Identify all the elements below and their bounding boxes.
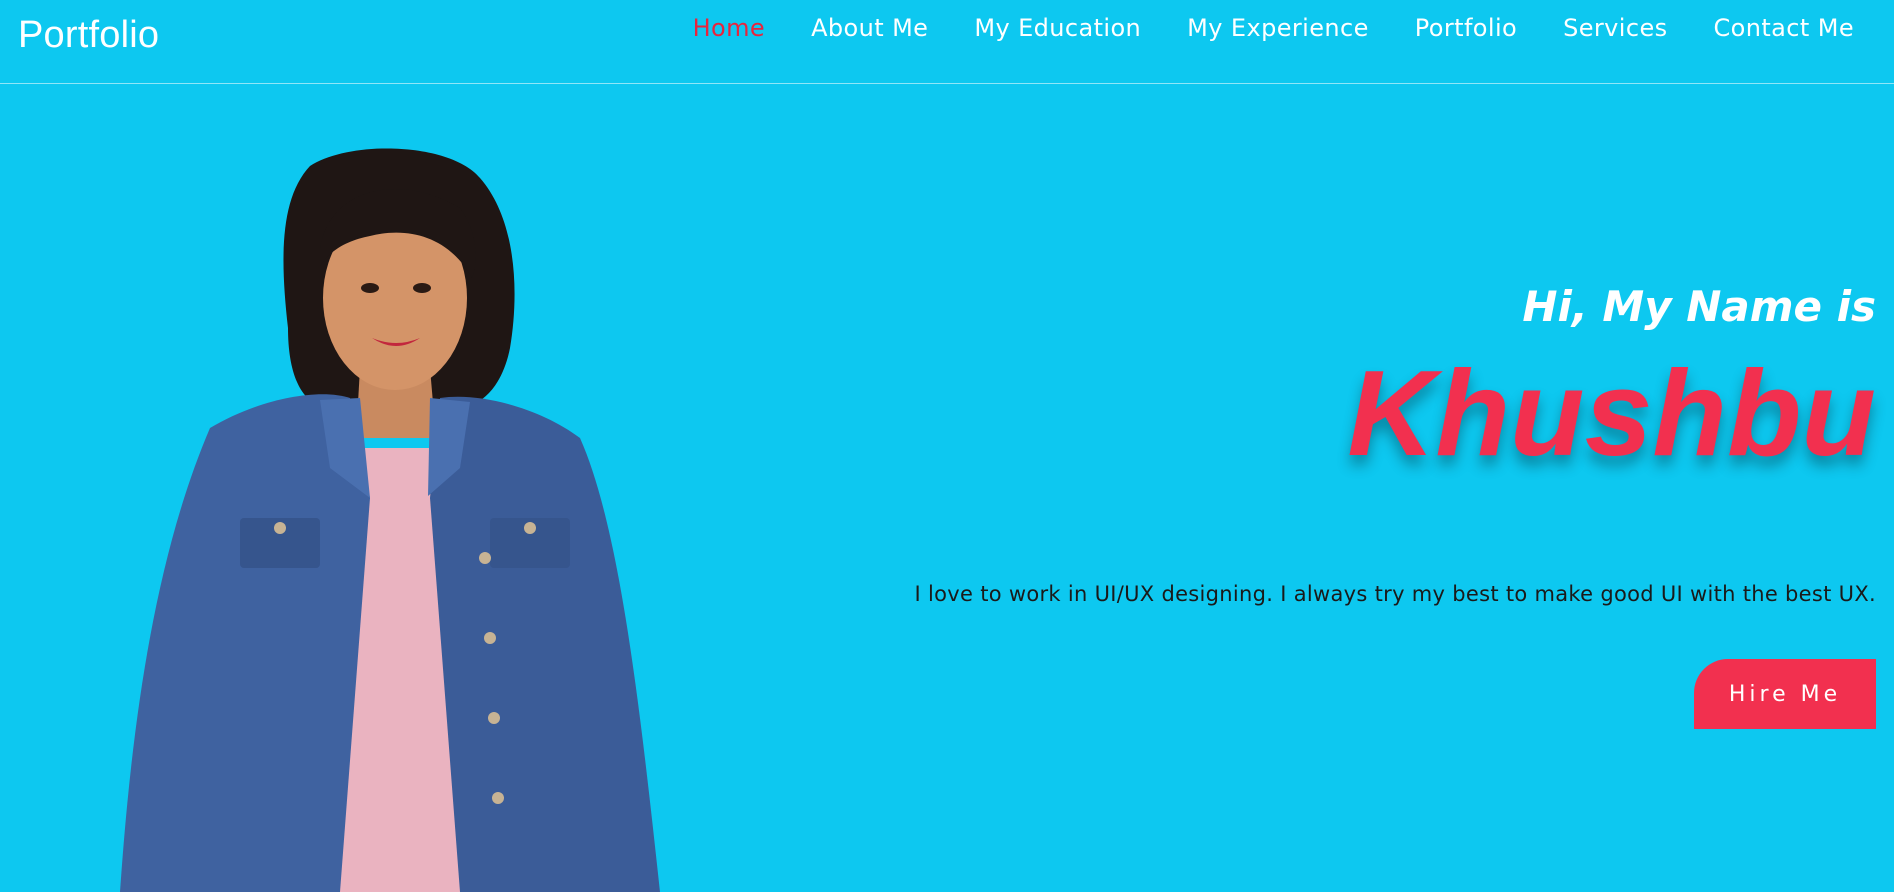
hero-greeting: Hi, My Name is (1522, 282, 1876, 331)
left-eye (361, 283, 379, 293)
nav-link-home[interactable]: Home (693, 14, 765, 42)
jacket-button (488, 712, 500, 724)
hero-tagline: I love to work in UI/UX designing. I alw… (914, 582, 1876, 606)
jacket-button (492, 792, 504, 804)
jacket-right (430, 396, 660, 892)
jacket-button (484, 632, 496, 644)
jacket-button (524, 522, 536, 534)
hero-section: Hi, My Name is Khushbu I love to work in… (776, 0, 1876, 892)
jacket-button (479, 552, 491, 564)
right-eye (413, 283, 431, 293)
jacket-button (274, 522, 286, 534)
portrait-photo (120, 148, 660, 892)
hero-name: Khushbu (1347, 345, 1876, 481)
brand-logo-link[interactable]: Portfolio (18, 14, 159, 57)
hire-me-button[interactable]: Hire Me (1694, 659, 1876, 729)
nav-item-home: Home (693, 14, 765, 42)
